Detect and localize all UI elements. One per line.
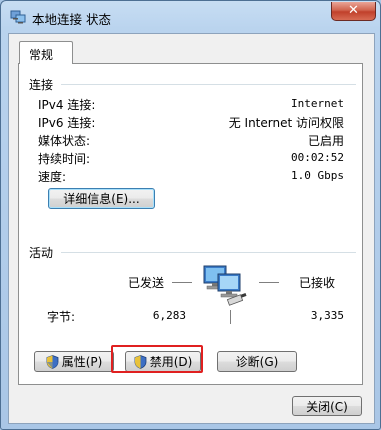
sent-flow-line bbox=[172, 282, 192, 283]
general-tab-panel: 连接 IPv4 连接: Internet IPv6 连接: 无 Internet… bbox=[18, 63, 363, 385]
properties-button[interactable]: 属性(P) bbox=[34, 351, 114, 372]
window-title: 本地连接 状态 bbox=[32, 12, 111, 27]
ipv6-value: 无 Internet 访问权限 bbox=[228, 116, 344, 130]
properties-button-label: 属性(P) bbox=[61, 355, 103, 369]
bytes-label: 字节: bbox=[47, 310, 76, 324]
media-state-label: 媒体状态: bbox=[38, 134, 91, 148]
bytes-received-value: 3,335 bbox=[310, 309, 344, 322]
activity-divider-vertical bbox=[230, 310, 231, 324]
tab-general[interactable]: 常规 bbox=[19, 41, 73, 64]
uac-shield-icon bbox=[46, 354, 59, 369]
sent-label: 已发送 bbox=[128, 276, 165, 290]
close-window-button[interactable]: ✕ bbox=[331, 2, 376, 21]
connection-divider bbox=[61, 84, 356, 85]
details-button[interactable]: 详细信息(E)... bbox=[48, 188, 155, 209]
speed-label: 速度: bbox=[38, 170, 67, 184]
activity-heading: 活动 bbox=[29, 246, 54, 260]
close-button-label: 关闭(C) bbox=[306, 399, 348, 414]
ipv4-label: IPv4 连接: bbox=[38, 98, 96, 112]
title-bar: 本地连接 状态 ✕ bbox=[1, 1, 380, 33]
disable-button-highlight bbox=[111, 345, 203, 373]
activity-divider bbox=[61, 252, 356, 253]
status-window: 本地连接 状态 ✕ 常规 连接 IPv4 连接: Internet IPv6 连… bbox=[0, 0, 381, 430]
close-icon: ✕ bbox=[348, 3, 359, 18]
received-flow-line bbox=[259, 282, 279, 283]
ipv4-value: Internet bbox=[291, 97, 344, 110]
network-connection-icon bbox=[10, 10, 26, 24]
diagnose-button[interactable]: 诊断(G) bbox=[217, 351, 297, 372]
diagnose-button-label: 诊断(G) bbox=[235, 355, 279, 369]
ipv6-label: IPv6 连接: bbox=[38, 116, 96, 130]
close-button[interactable]: 关闭(C) bbox=[292, 396, 362, 416]
network-activity-icon bbox=[203, 265, 247, 306]
tab-general-label: 常规 bbox=[29, 48, 54, 62]
connection-heading: 连接 bbox=[29, 78, 54, 92]
received-label: 已接收 bbox=[299, 276, 336, 290]
media-state-value: 已启用 bbox=[307, 134, 344, 148]
speed-value: 1.0 Gbps bbox=[291, 169, 344, 182]
bytes-sent-value: 6,283 bbox=[152, 309, 186, 322]
duration-label: 持续时间: bbox=[38, 152, 91, 166]
details-button-label: 详细信息(E)... bbox=[63, 192, 140, 206]
duration-value: 00:02:52 bbox=[291, 151, 344, 164]
